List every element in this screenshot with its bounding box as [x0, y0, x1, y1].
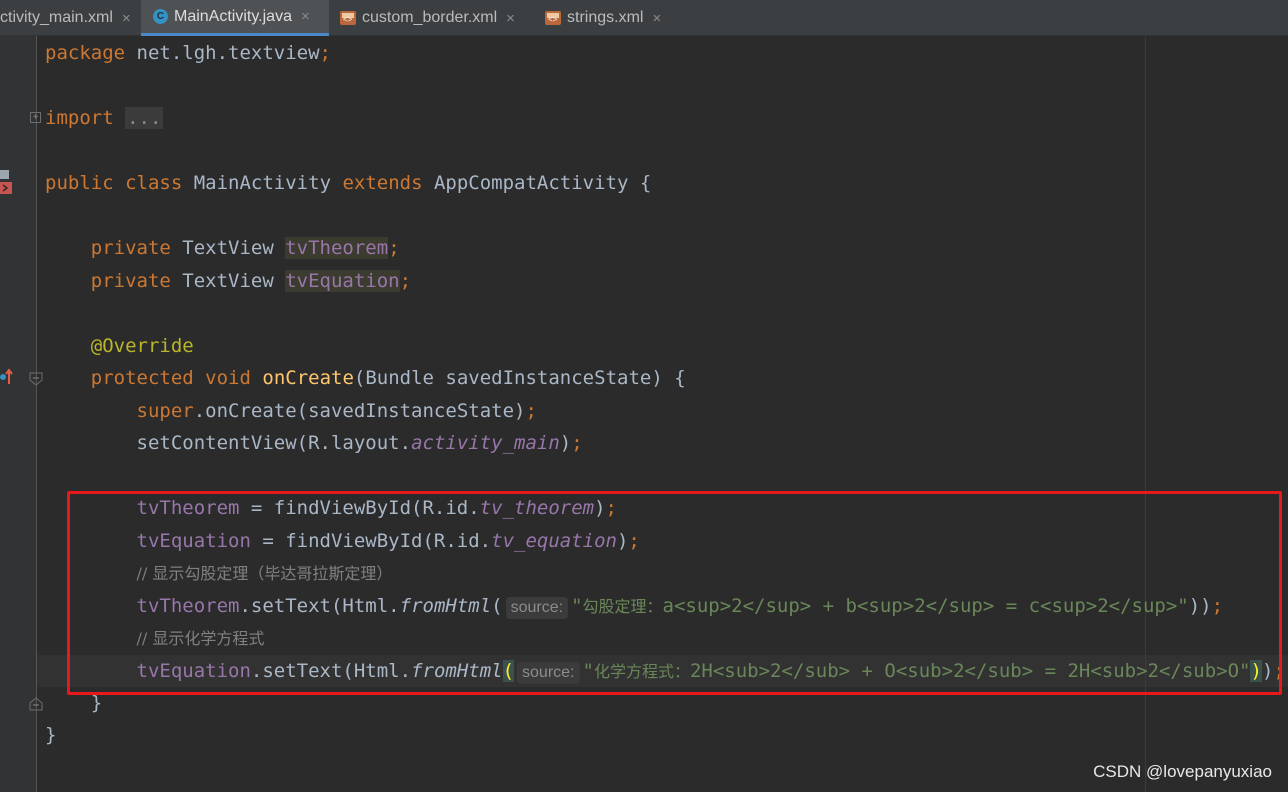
code-line-super-call: super.onCreate(savedInstanceState);	[136, 400, 537, 422]
code-line-package: package net.lgh.textview;	[45, 42, 331, 64]
code-line-class-decl: public class MainActivity extends AppCom…	[45, 172, 652, 194]
code-line-oncreate-decl: protected void onCreate(Bundle savedInst…	[90, 367, 686, 389]
java-class-icon: C	[153, 9, 168, 24]
close-icon[interactable]: ×	[301, 8, 310, 25]
close-icon[interactable]: ×	[652, 10, 661, 27]
watermark: CSDN @lovepanyuxiao	[1093, 762, 1272, 781]
xml-file-icon: <>	[545, 11, 561, 25]
tab-label: strings.xml	[567, 9, 644, 26]
close-icon[interactable]: ×	[122, 10, 131, 27]
override-method-icon[interactable]	[0, 368, 14, 386]
code-line-annotation: @Override	[90, 335, 194, 357]
tab-activity-main-xml[interactable]: ctivity_main.xml ×	[0, 0, 140, 36]
tab-custom-border-xml[interactable]: <> custom_border.xml ×	[340, 0, 530, 36]
code-line-import: import ...	[45, 107, 164, 129]
code-line-field-theorem: private TextView tvTheorem;	[90, 237, 400, 259]
close-icon[interactable]: ×	[506, 10, 515, 27]
tab-label: ctivity_main.xml	[0, 9, 113, 26]
highlight-annotation-box	[67, 491, 1282, 695]
xml-file-icon: <>	[340, 11, 356, 25]
tab-main-activity-java[interactable]: C MainActivity.java ×	[141, 0, 329, 36]
folded-imports[interactable]: ...	[125, 107, 164, 129]
editor-tab-bar: ctivity_main.xml × C MainActivity.java ×…	[0, 0, 1288, 36]
tab-label: custom_border.xml	[362, 9, 498, 26]
code-line-class-close: }	[45, 724, 57, 746]
code-line-set-content-view: setContentView(R.layout.activity_main);	[136, 432, 583, 454]
tab-label: MainActivity.java	[174, 7, 292, 25]
editor-gutter	[0, 36, 37, 792]
code-line-field-equation: private TextView tvEquation;	[90, 270, 412, 292]
class-gutter-icon[interactable]	[0, 170, 12, 194]
tab-strings-xml[interactable]: <> strings.xml ×	[545, 0, 675, 36]
